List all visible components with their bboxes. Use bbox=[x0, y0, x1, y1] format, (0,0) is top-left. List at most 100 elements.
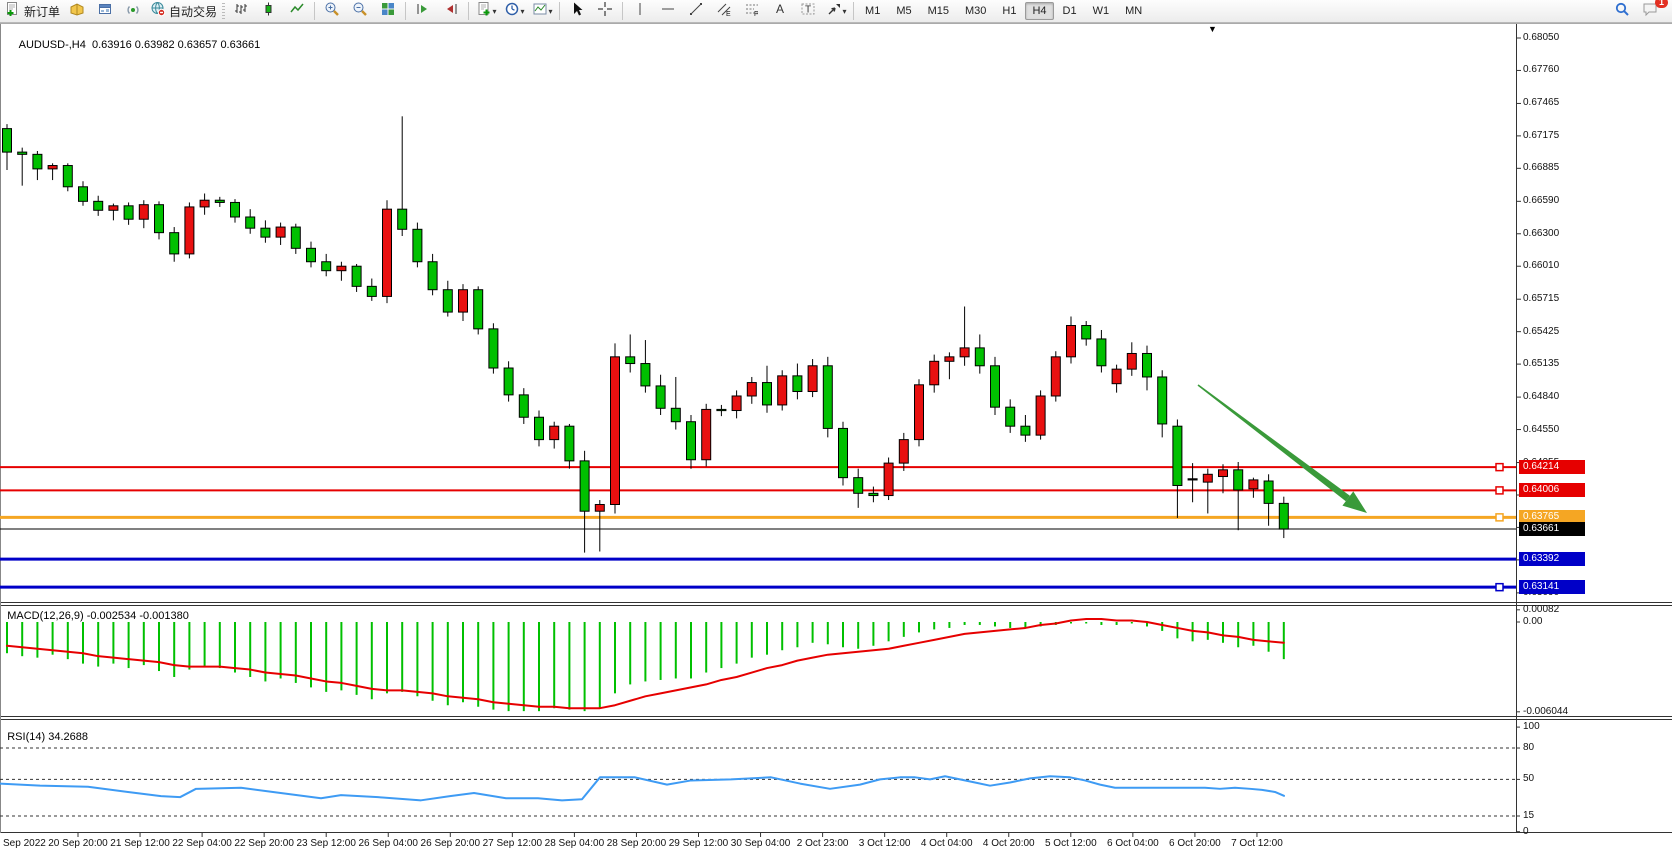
price-axis-label: 0.66300 bbox=[1523, 228, 1559, 240]
rsi-value: 34.2688 bbox=[48, 731, 88, 743]
time-axis-label: 21 Sep 12:00 bbox=[110, 838, 170, 849]
time-axis-label: 6 Oct 04:00 bbox=[1107, 838, 1159, 849]
candle bbox=[1158, 377, 1167, 424]
scroll-to-end-marker[interactable]: ▼ bbox=[1208, 24, 1217, 34]
price-axis-label: 0.64550 bbox=[1523, 424, 1559, 436]
candle bbox=[443, 290, 452, 312]
chart-canvas[interactable] bbox=[0, 0, 1672, 853]
candle bbox=[656, 386, 665, 408]
candle bbox=[1249, 480, 1258, 489]
price-line-label: 0.63141 bbox=[1519, 580, 1585, 594]
price-axis-label: 0.66590 bbox=[1523, 195, 1559, 207]
time-axis-label: 30 Sep 04:00 bbox=[731, 838, 791, 849]
price-axis-label: 0.66010 bbox=[1523, 260, 1559, 272]
time-axis-label: 23 Sep 12:00 bbox=[296, 838, 356, 849]
candle bbox=[428, 262, 437, 290]
time-axis-label: Sep 2022 bbox=[3, 838, 46, 849]
candle bbox=[839, 428, 848, 477]
candle bbox=[231, 202, 240, 217]
price-line-label: 0.64006 bbox=[1519, 483, 1585, 497]
price-line-label: 0.64214 bbox=[1519, 460, 1585, 474]
candle bbox=[352, 266, 361, 286]
candle bbox=[504, 368, 513, 395]
candle bbox=[915, 385, 924, 440]
time-axis-label: 28 Sep 20:00 bbox=[607, 838, 667, 849]
time-axis-label: 5 Oct 12:00 bbox=[1045, 838, 1097, 849]
candle bbox=[1203, 474, 1212, 482]
candle bbox=[1127, 353, 1136, 369]
candle bbox=[185, 207, 194, 254]
candle bbox=[139, 205, 148, 220]
candle bbox=[778, 376, 787, 405]
candle bbox=[63, 166, 72, 187]
candle bbox=[1219, 470, 1228, 477]
macd-axis-label: 0.00082 bbox=[1523, 604, 1559, 616]
candle bbox=[991, 366, 1000, 407]
candle bbox=[1006, 407, 1015, 426]
candle bbox=[398, 209, 407, 229]
trading-terminal-window: 新订单 自动交易 bbox=[0, 0, 1672, 853]
candle bbox=[18, 152, 27, 154]
candle bbox=[1082, 326, 1091, 339]
candle bbox=[261, 228, 270, 237]
candle bbox=[975, 348, 984, 366]
candle bbox=[747, 383, 756, 396]
time-axis-label: 3 Oct 12:00 bbox=[859, 838, 911, 849]
candle bbox=[535, 417, 544, 439]
candle bbox=[276, 227, 285, 237]
price-axis-label: 0.65425 bbox=[1523, 326, 1559, 338]
candle bbox=[580, 461, 589, 511]
chart-title: AUDUSD-,H4 0.63916 0.63982 0.63657 0.636… bbox=[7, 27, 260, 63]
candle bbox=[459, 290, 468, 312]
candle bbox=[854, 478, 863, 494]
candle bbox=[489, 329, 498, 368]
candle bbox=[474, 290, 483, 329]
candle bbox=[899, 440, 908, 463]
candle bbox=[641, 364, 650, 386]
candle bbox=[763, 383, 772, 405]
candle bbox=[124, 206, 133, 219]
candle bbox=[291, 227, 300, 248]
candle bbox=[519, 395, 528, 417]
macd-axis-label: -0.006044 bbox=[1523, 706, 1568, 718]
candle bbox=[307, 248, 316, 261]
candle bbox=[48, 166, 57, 169]
price-axis-label: 0.65715 bbox=[1523, 293, 1559, 305]
candle bbox=[109, 206, 118, 210]
candle bbox=[1173, 426, 1182, 485]
candle bbox=[33, 154, 42, 169]
time-axis-label: 27 Sep 12:00 bbox=[483, 838, 543, 849]
candle bbox=[960, 348, 969, 357]
rsi-name: RSI(14) bbox=[7, 731, 45, 743]
candle bbox=[322, 262, 331, 271]
time-axis-label: 28 Sep 04:00 bbox=[545, 838, 605, 849]
candle bbox=[413, 229, 422, 261]
price-axis-label: 0.67175 bbox=[1523, 130, 1559, 142]
price-axis-label: 0.67760 bbox=[1523, 64, 1559, 76]
candle bbox=[1051, 357, 1060, 396]
candle bbox=[383, 209, 392, 296]
price-axis-label: 0.66885 bbox=[1523, 162, 1559, 174]
time-axis-label: 26 Sep 04:00 bbox=[359, 838, 419, 849]
time-axis[interactable]: Sep 202220 Sep 20:0021 Sep 12:0022 Sep 0… bbox=[0, 833, 1672, 853]
rsi-axis-label: 15 bbox=[1523, 810, 1534, 822]
candle bbox=[94, 201, 103, 210]
macd-name: MACD(12,26,9) bbox=[7, 610, 83, 622]
candle bbox=[717, 409, 726, 410]
candle bbox=[611, 357, 620, 505]
candle bbox=[808, 366, 817, 392]
time-axis-label: 22 Sep 20:00 bbox=[234, 838, 294, 849]
candle bbox=[550, 426, 559, 439]
time-axis-label: 22 Sep 04:00 bbox=[172, 838, 232, 849]
candle bbox=[823, 366, 832, 429]
candle bbox=[687, 422, 696, 460]
symbol-title: AUDUSD-,H4 bbox=[19, 39, 86, 51]
current-price-label: 0.63661 bbox=[1519, 522, 1585, 536]
quote-values: 0.63916 0.63982 0.63657 0.63661 bbox=[92, 39, 260, 51]
time-axis-label: 4 Oct 04:00 bbox=[921, 838, 973, 849]
candle bbox=[793, 376, 802, 392]
candle bbox=[930, 361, 939, 384]
macd-label: MACD(12,26,9) -0.002534 -0.001380 bbox=[0, 598, 189, 634]
candle bbox=[170, 233, 179, 254]
candle bbox=[671, 408, 680, 421]
